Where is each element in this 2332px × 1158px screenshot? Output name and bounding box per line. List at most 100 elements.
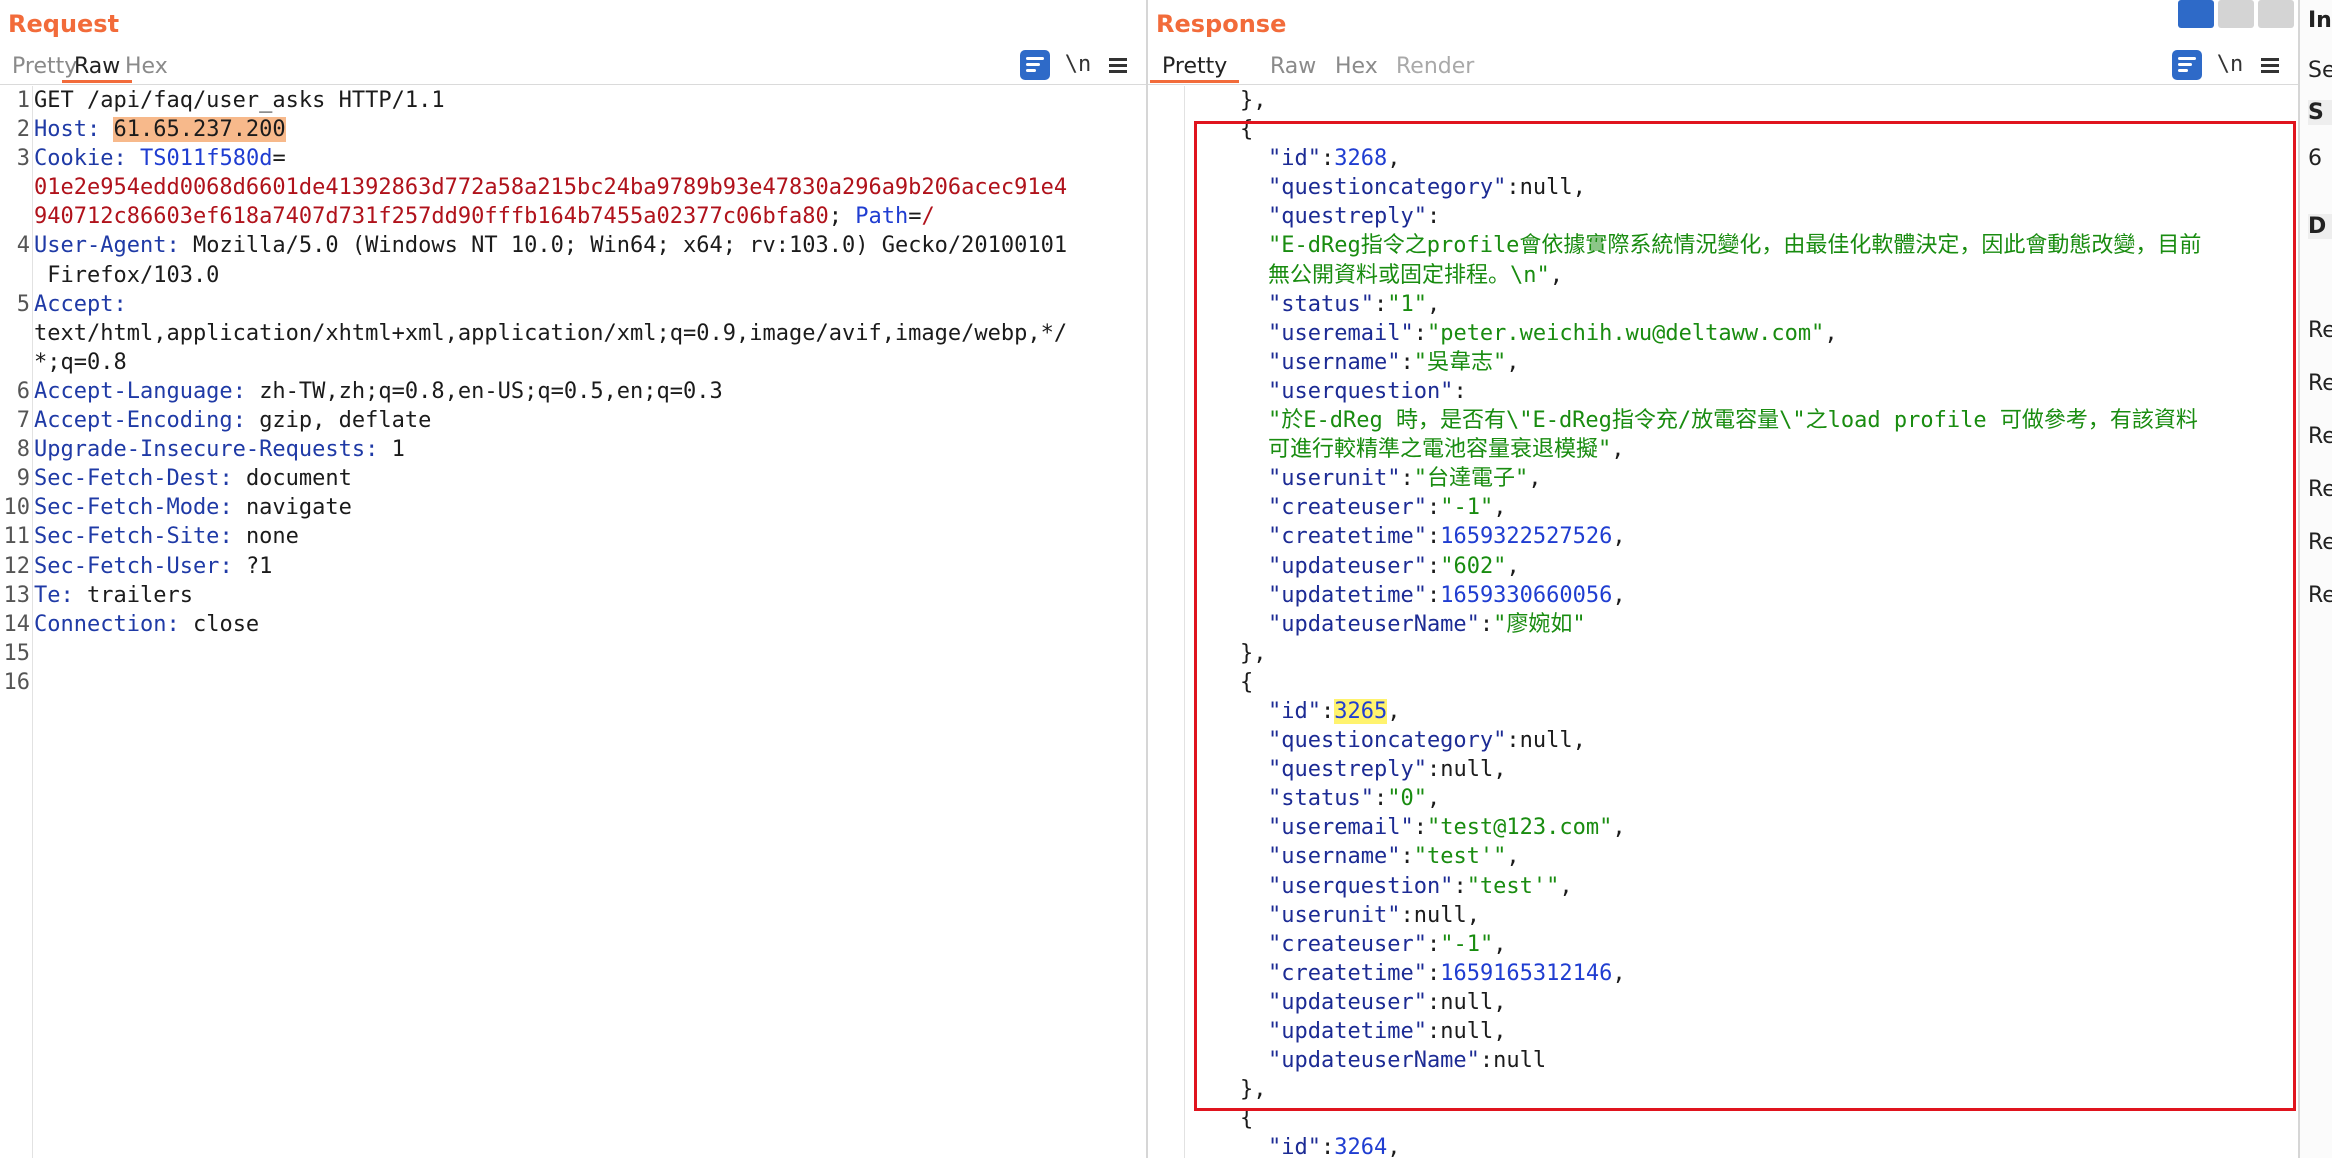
line-number: 11: [3, 524, 31, 550]
tab-pretty[interactable]: Pretty: [1150, 52, 1240, 83]
inspector-item[interactable]: S: [2308, 100, 2332, 125]
json-field: "updatetime":1659330660056,: [1268, 582, 1626, 608]
json-field: "userquestion":: [1268, 378, 1467, 404]
cookie-path-value: /: [921, 204, 935, 230]
json-field: "createtime":1659322527526,: [1268, 524, 1626, 550]
menu-icon[interactable]: [2258, 50, 2282, 80]
header-name: Accept-Encoding: [34, 408, 233, 434]
inspector-item[interactable]: 6: [2308, 146, 2322, 171]
inspector-item[interactable]: Re: [2308, 318, 2332, 343]
inspector-title: In: [2308, 8, 2332, 33]
header-value: navigate: [245, 495, 352, 521]
header-name: Sec-Fetch-Mode: [34, 495, 220, 521]
response-pane: Response Pretty Raw Hex Render \n }, { "…: [1148, 0, 2298, 1158]
layout-rows-icon[interactable]: [2218, 0, 2254, 28]
cookie-value: 01e2e954edd0068d6601de41392863d772a58a21…: [34, 175, 1068, 201]
response-tabs: Pretty Raw Hex Render: [1148, 50, 2298, 85]
header-name: Host: [34, 117, 87, 143]
tab-hex[interactable]: Hex: [113, 52, 180, 82]
menu-icon[interactable]: [1106, 50, 1130, 80]
header-name: Accept-Language: [34, 378, 233, 404]
newline-toggle[interactable]: \n: [2216, 50, 2244, 80]
json-field: "updatetime":null,: [1268, 1019, 1507, 1044]
json-field: "status":"0",: [1268, 786, 1441, 812]
header-value: gzip, deflate: [259, 408, 432, 434]
request-editor[interactable]: 1 GET /api/faq/user_asks HTTP/1.1 2 Host: …: [0, 86, 1146, 1158]
header-name: Connection: [34, 611, 167, 637]
header-name: Te: [34, 582, 61, 608]
line-number: 10: [3, 495, 31, 521]
json-field: "userquestion":"test'",: [1268, 873, 1573, 899]
host-value[interactable]: 61.65.237.200: [113, 117, 286, 143]
tab-raw[interactable]: Raw: [1258, 52, 1328, 82]
json-string: "於E-dReg 時，是否有\"E-dReg指令充/放電容量\"之load pr…: [1268, 408, 2198, 434]
json-field: "questioncategory":null,: [1268, 175, 1586, 201]
inspector-item[interactable]: Re: [2308, 424, 2332, 449]
line-number: 13: [3, 582, 31, 608]
line-number: 16: [3, 669, 31, 695]
response-editor[interactable]: }, { "id":3268, "questioncategory":null,…: [1148, 86, 2298, 1158]
json-field: "useremail":"peter.weichih.wu@deltaww.co…: [1268, 320, 1838, 346]
inspector-item[interactable]: Re: [2308, 530, 2332, 555]
header-value: Mozilla/5.0 (Windows NT 10.0; Win64; x64…: [192, 233, 1068, 259]
json-field: "updateuserName":null: [1268, 1048, 1547, 1074]
layout-split-icon[interactable]: [2178, 0, 2214, 28]
json-field: "questreply":: [1268, 204, 1441, 230]
line-number: 7: [16, 408, 30, 434]
json-field: "username":"test'",: [1268, 844, 1520, 870]
header-value: document: [245, 466, 352, 492]
header-value: zh-TW,zh;q=0.8,en-US;q=0.5,en;q=0.3: [259, 378, 723, 404]
json-field: "createuser":"-1",: [1268, 495, 1507, 521]
header-value: Firefox/103.0: [34, 262, 220, 288]
cookie-key: TS011f580d: [139, 146, 273, 172]
json-field: "useremail":"test@123.com",: [1268, 815, 1626, 841]
line-number: 2: [16, 117, 30, 143]
line-number: 5: [16, 291, 30, 317]
line-number: 14: [3, 611, 31, 637]
line-number: 15: [3, 640, 31, 666]
header-name: Sec-Fetch-Site: [34, 524, 220, 550]
inspector-item[interactable]: Re: [2308, 477, 2332, 502]
json-string: 可進行較精準之電池容量衰退模擬": [1268, 437, 1612, 463]
header-name: Sec-Fetch-Dest: [34, 466, 220, 492]
request-title: Request: [8, 10, 120, 38]
json-field: "id":3268,: [1268, 146, 1401, 172]
inspector-item[interactable]: D: [2308, 214, 2332, 239]
json-field: "createtime":1659165312146,: [1268, 960, 1626, 986]
cookie-value: 940712c86603ef618a7407d731f257dd90fffb16…: [34, 204, 829, 230]
tab-hex[interactable]: Hex: [1323, 52, 1390, 82]
wrap-lines-icon[interactable]: [2172, 50, 2202, 80]
json-field: "updateuser":null,: [1268, 989, 1507, 1015]
cookie-path-name: Path: [855, 204, 909, 230]
json-field: "createuser":"-1",: [1268, 931, 1507, 957]
tab-render[interactable]: Render: [1384, 52, 1486, 82]
request-pane: Request Pretty Raw Hex \n 1 GET /api/faq/…: [0, 0, 1148, 1158]
json-field: "username":"吳韋志",: [1268, 349, 1520, 375]
json-field: "id":3264,: [1268, 1135, 1401, 1158]
json-field: "questreply":null,: [1268, 757, 1507, 783]
layout-toggle-group: [2164, 0, 2294, 30]
header-value: trailers: [87, 582, 193, 608]
header-value: none: [245, 524, 299, 550]
wrap-lines-icon[interactable]: [1020, 50, 1050, 80]
line-number: 1: [16, 88, 30, 113]
line-number: 3: [16, 146, 30, 172]
json-string: 無公開資料或固定排程。\n": [1268, 262, 1550, 288]
header-value: 1: [391, 437, 405, 463]
line-number: 8: [16, 437, 30, 463]
inspector-item[interactable]: Re: [2308, 371, 2332, 396]
request-line: GET /api/faq/user_asks HTTP/1.1: [34, 88, 445, 113]
line-number: 12: [3, 553, 31, 579]
search-highlight: 3265: [1334, 698, 1388, 724]
header-value: ?1: [245, 553, 273, 579]
header-name: Upgrade-Insecure-Requests: [34, 437, 366, 463]
newline-toggle[interactable]: \n: [1064, 50, 1092, 80]
json-field: "updateuserName":"廖婉如": [1268, 611, 1586, 637]
header-name: Sec-Fetch-User: [34, 553, 220, 579]
inspector-item[interactable]: Se: [2308, 58, 2332, 83]
layout-single-icon[interactable]: [2258, 0, 2294, 28]
header-name: Accept: [34, 291, 114, 317]
inspector-pane: In Se S 6 D Re Re Re Re Re Re: [2298, 0, 2332, 1158]
inspector-item[interactable]: Re: [2308, 583, 2332, 608]
response-title: Response: [1156, 10, 1287, 38]
